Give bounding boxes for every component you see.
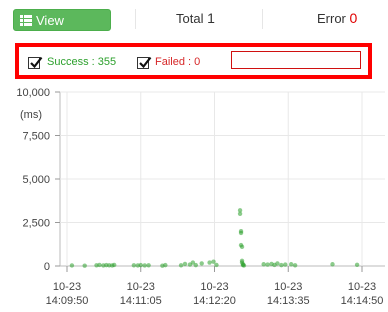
total-count: Total 1 xyxy=(176,10,215,26)
x-tick-date-label: 10-23 xyxy=(348,281,376,293)
success-checkbox[interactable] xyxy=(28,56,43,69)
data-point[interactable] xyxy=(283,262,288,267)
data-point[interactable] xyxy=(131,263,137,268)
data-point[interactable] xyxy=(82,263,87,268)
x-tick-date-label: 10-23 xyxy=(200,281,228,293)
data-point[interactable] xyxy=(199,261,204,266)
checkmark-icon xyxy=(30,56,43,69)
data-point[interactable] xyxy=(279,262,284,268)
toolbar-divider xyxy=(135,9,136,29)
list-icon xyxy=(20,15,32,26)
chart-grid xyxy=(59,91,385,267)
toolbar-divider xyxy=(262,9,263,29)
data-point[interactable] xyxy=(97,262,102,268)
y-tick-label: 7,500 xyxy=(22,131,50,143)
data-point[interactable] xyxy=(265,262,270,267)
failed-filter-label[interactable]: Failed : 0 xyxy=(155,56,200,68)
data-point[interactable] xyxy=(112,262,117,268)
x-tick-time-label: 14:13:35 xyxy=(267,295,310,307)
data-point[interactable] xyxy=(261,262,266,267)
error-count: Error 0 xyxy=(317,10,357,26)
x-tick-date-label: 10-23 xyxy=(274,281,302,293)
failed-checkbox[interactable] xyxy=(137,56,152,69)
x-axis: 10-23 14:09:50 10-23 14:11:05 10-23 14:12:20 1… xyxy=(46,266,384,307)
data-point[interactable] xyxy=(163,262,168,268)
data-point[interactable] xyxy=(354,262,360,267)
x-tick-date-label: 10-23 xyxy=(127,281,155,293)
view-servers-button[interactable]: View Servers xyxy=(13,9,111,50)
x-tick-date-label: 10-23 xyxy=(53,281,81,293)
data-point[interactable] xyxy=(239,244,245,250)
x-tick-time-label: 14:14:50 xyxy=(341,295,384,307)
filter-text-input[interactable] xyxy=(231,51,361,69)
data-point[interactable] xyxy=(142,263,147,268)
data-point[interactable] xyxy=(211,259,216,264)
data-point[interactable] xyxy=(214,262,219,268)
data-point[interactable] xyxy=(138,262,143,268)
data-point[interactable] xyxy=(275,261,280,266)
x-tick-time-label: 14:09:50 xyxy=(46,295,89,307)
data-point[interactable] xyxy=(289,262,294,267)
toolbar: View Servers Total 1 Error 0 xyxy=(0,0,388,50)
total-label: Total xyxy=(176,11,204,26)
data-point[interactable] xyxy=(69,263,75,268)
data-point[interactable] xyxy=(241,263,247,268)
data-point[interactable] xyxy=(178,263,184,268)
checkmark-icon xyxy=(139,56,152,69)
y-tick-label: 2,500 xyxy=(22,218,50,230)
y-tick-label: 0 xyxy=(44,261,50,273)
error-label: Error xyxy=(317,11,346,26)
success-filter-label[interactable]: Success : 355 xyxy=(47,56,116,68)
data-point[interactable] xyxy=(207,260,212,265)
y-axis-label: (ms) xyxy=(20,109,42,121)
data-point[interactable] xyxy=(237,211,243,216)
data-point[interactable] xyxy=(292,263,298,268)
error-value: 0 xyxy=(349,10,358,26)
y-tick-label: 10,000 xyxy=(16,87,50,99)
data-point[interactable] xyxy=(193,262,199,268)
x-tick-time-label: 14:12:20 xyxy=(193,295,236,307)
data-point[interactable] xyxy=(182,261,188,267)
x-tick-time-label: 14:11:05 xyxy=(120,295,162,307)
data-point[interactable] xyxy=(238,230,244,236)
data-point[interactable] xyxy=(330,262,335,267)
y-tick-label: 5,000 xyxy=(22,174,50,186)
response-time-scatter-chart[interactable]: 10,000 7,500 5,000 2,500 0 (ms) 10-23 14:09:5… xyxy=(0,82,388,312)
filter-panel: Success : 355 Failed : 0 xyxy=(15,43,372,79)
data-point[interactable] xyxy=(146,263,151,268)
total-value: 1 xyxy=(207,10,215,26)
